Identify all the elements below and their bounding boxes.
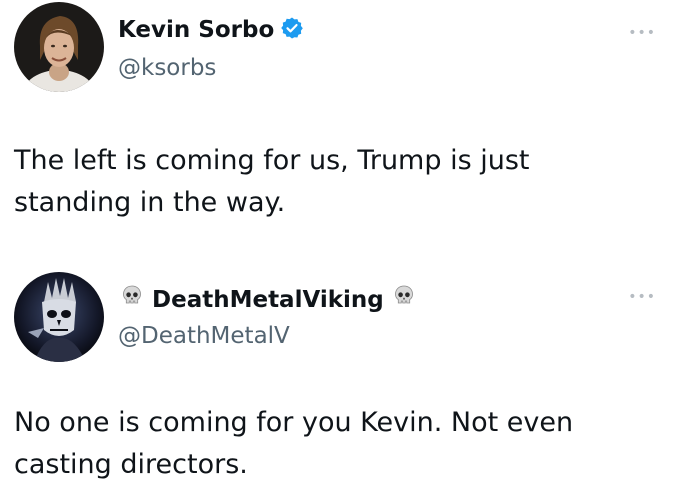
more-options-icon[interactable]: ••• <box>628 26 656 40</box>
author-name-row: DeathMetalViking <box>120 284 416 315</box>
skull-emoji-icon <box>392 284 416 315</box>
handle[interactable]: @DeathMetalV <box>118 322 290 350</box>
handle[interactable]: @ksorbs <box>118 54 216 82</box>
avatar[interactable] <box>14 272 104 362</box>
tweet-kevin-sorbo: Kevin Sorbo @ksorbs ••• The left is comi… <box>0 0 680 250</box>
profile-photo-icon <box>14 272 104 362</box>
tweet-deathmetalviking: DeathMetalViking @DeathMetalV ••• No one… <box>0 250 680 492</box>
more-options-icon[interactable]: ••• <box>628 290 656 304</box>
profile-photo-icon <box>14 2 104 92</box>
verified-badge-icon <box>280 16 304 44</box>
author-name-row: Kevin Sorbo <box>118 16 304 44</box>
display-name[interactable]: Kevin Sorbo <box>118 16 274 44</box>
tweet-text: No one is coming for you Kevin. Not even… <box>14 407 574 480</box>
display-name[interactable]: DeathMetalViking <box>152 286 384 314</box>
skull-emoji-icon <box>120 284 144 315</box>
avatar[interactable] <box>14 2 104 92</box>
tweet-text: The left is coming for us, Trump is just… <box>14 145 530 218</box>
